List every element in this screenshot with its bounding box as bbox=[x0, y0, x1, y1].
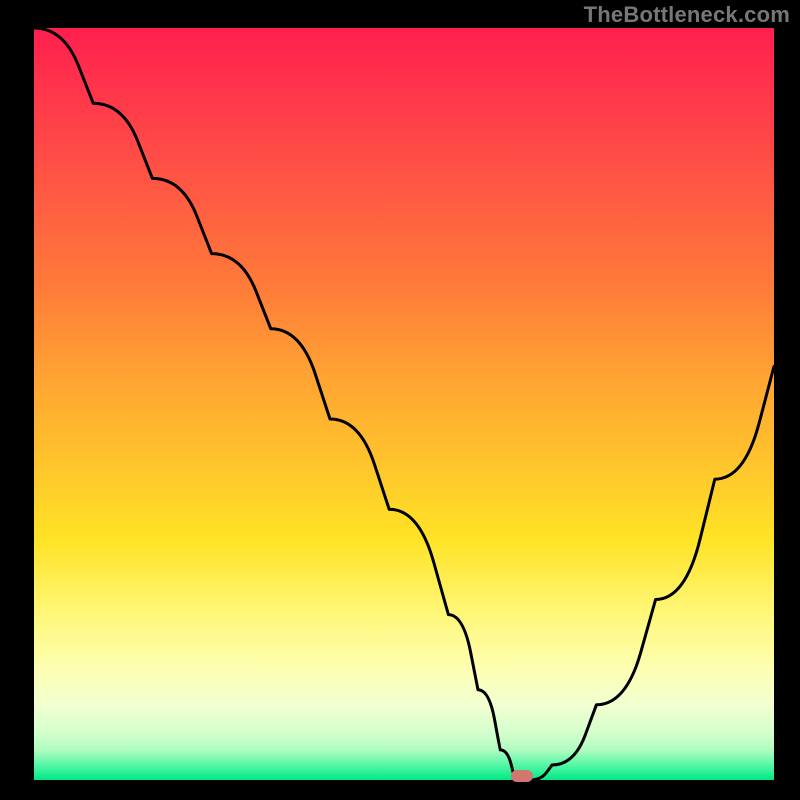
curve-path bbox=[34, 28, 774, 780]
optimum-marker bbox=[511, 770, 533, 782]
watermark-text: TheBottleneck.com bbox=[584, 2, 790, 28]
chart-frame: TheBottleneck.com bbox=[0, 0, 800, 800]
plot-area bbox=[34, 28, 774, 780]
bottleneck-curve bbox=[34, 28, 774, 780]
